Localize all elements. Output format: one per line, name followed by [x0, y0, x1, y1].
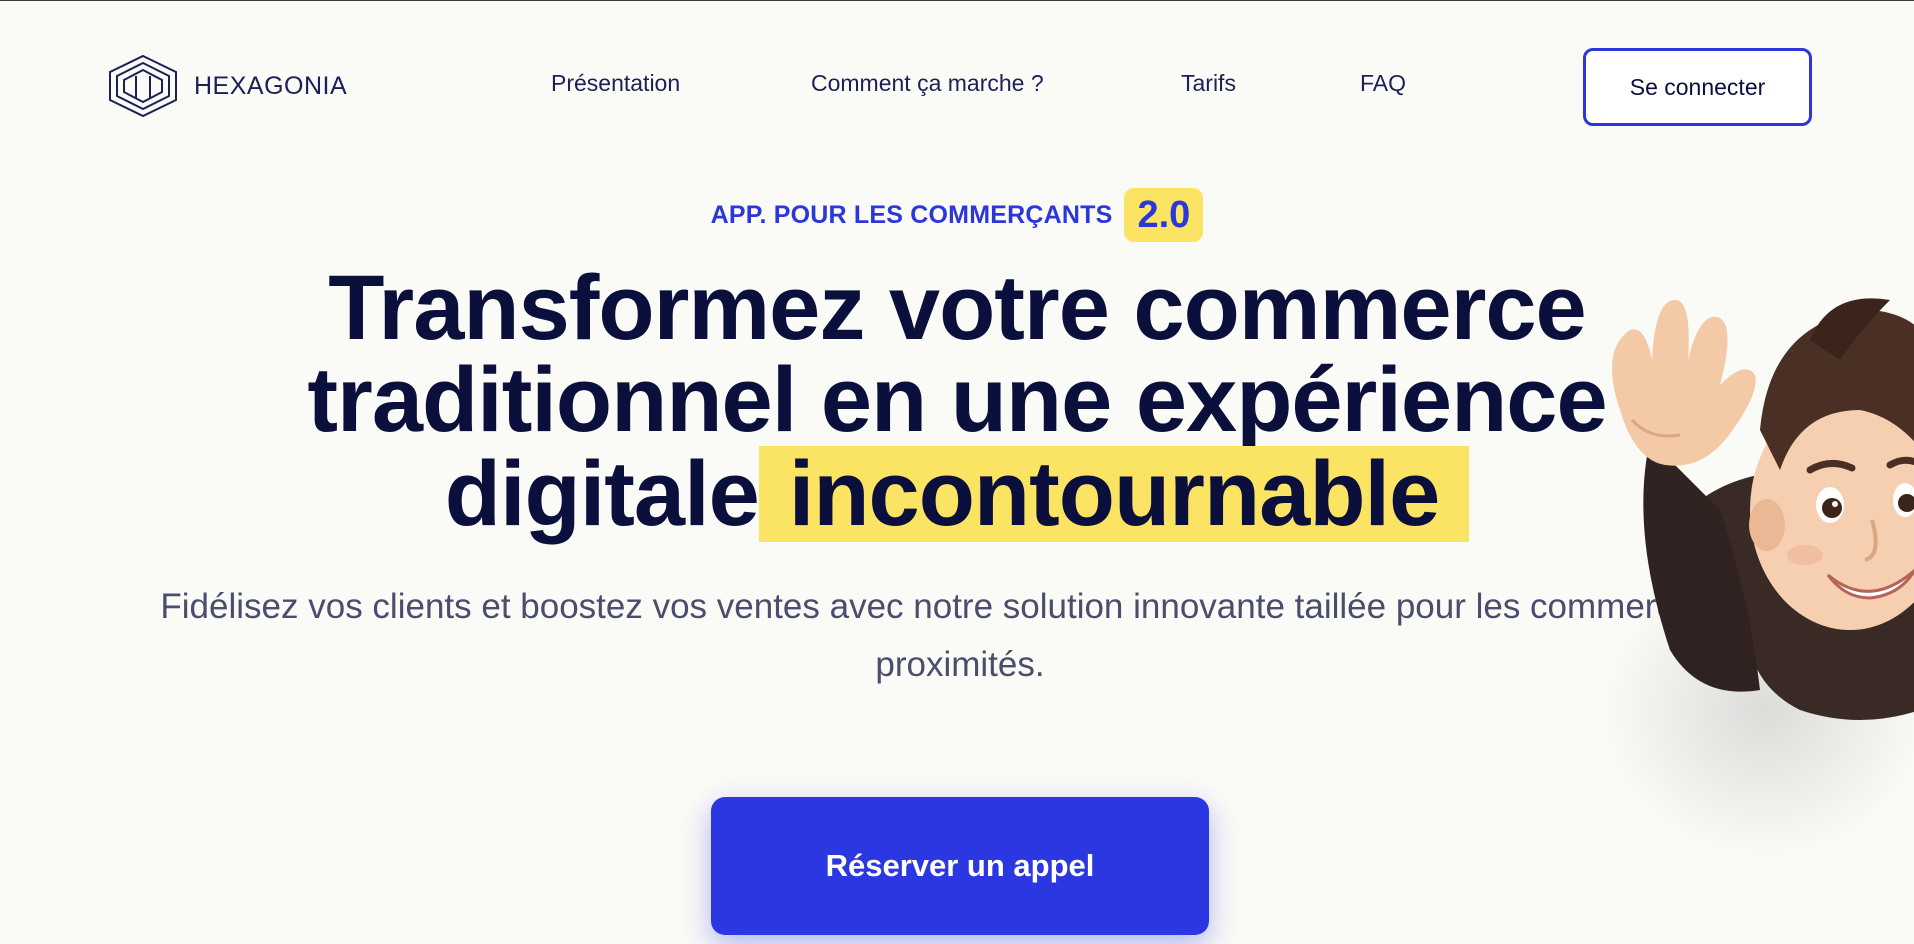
nav-item-pricing[interactable]: Tarifs [1181, 70, 1236, 97]
login-button[interactable]: Se connecter [1583, 48, 1812, 126]
waving-memoji-icon [1612, 298, 1914, 720]
nav-item-presentation[interactable]: Présentation [551, 70, 680, 97]
top-border [0, 0, 1914, 1]
headline-highlight: incontournable [758, 446, 1470, 542]
nav-item-how-it-works[interactable]: Comment ça marche ? [811, 70, 1044, 97]
book-call-button[interactable]: Réserver un appel [711, 797, 1209, 935]
eyebrow-label: APP. POUR LES COMMERÇANTS [710, 200, 1113, 229]
landing-page: HEXAGONIA Présentation Comment ça marche… [0, 0, 1914, 944]
headline-plain-word: digitale [444, 443, 760, 545]
nav-item-faq[interactable]: FAQ [1360, 70, 1406, 97]
hero-eyebrow: APP. POUR LES COMMERÇANTS 2.0 [0, 188, 1914, 242]
version-badge: 2.0 [1124, 188, 1204, 242]
